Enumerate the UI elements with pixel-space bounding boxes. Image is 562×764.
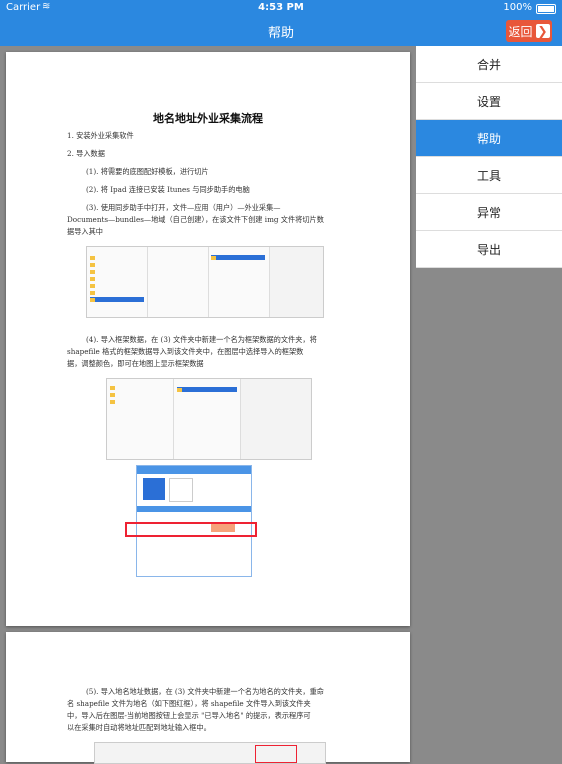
doc-step-2-5-line3: 中，导入后在图层-当前地图按钮上会显示 "已导入地名" 的提示，表示程序可 [67,711,311,720]
status-bar: Carrier ≋ 4:53 PM 100% [0,0,562,16]
doc-step-2-5-line4: 以在采集时自动将地址匹配到地址输入框中。 [67,723,211,732]
place-name-screenshot-image [94,742,326,764]
document-page: (5). 导入地名地址数据，在 (3) 文件夹中新建一个名为地名的文件夹，重命 … [6,632,410,764]
document-page: 地名地址外业采集流程 1. 安装外业采集软件 2. 导入数据 (1). 将需要的… [6,52,410,626]
doc-step-2-5-line1: (5). 导入地名地址数据，在 (3) 文件夹中新建一个名为地名的文件夹，重命 [86,687,324,696]
doc-step-2-2: (2). 将 Ipad 连接已安装 Itunes 与同步助手的电脑 [86,185,250,194]
page-title: 帮助 [267,26,294,41]
menu-item-label: 异常 [476,205,501,220]
doc-step-2-3-line3: 据导入其中 [67,227,103,236]
doc-step-1: 1. 安装外业采集软件 [67,131,134,140]
menu-dropdown: 合并 设置 帮助 工具 异常 导出 [416,46,562,268]
doc-step-2-4-line3: 据，调整颜色，即可在地图上显示框架数据 [67,359,204,368]
menu-item-settings[interactable]: 设置 [416,83,562,120]
chevron-right-icon: ❯ [535,24,550,38]
back-button-label: 返回 [508,24,533,39]
doc-step-2-4-line2: shapefile 格式的框架数据导入到该文件夹中，在图层中选择导入的框架数 [67,347,304,356]
doc-step-2-4-line1: (4). 导入框架数据，在 (3) 文件夹中新建一个名为框架数据的文件夹，将 [86,335,317,344]
doc-step-2-3-line1: (3). 使用同步助手中打开，文件—应用（用户）—外业采集— [86,203,281,212]
finder-screenshot-image [86,246,324,318]
layer-panel-screenshot-image [125,465,257,577]
menu-item-tools[interactable]: 工具 [416,157,562,194]
menu-item-label: 导出 [476,242,501,257]
menu-item-export[interactable]: 导出 [416,231,562,268]
menu-item-label: 帮助 [476,131,501,146]
back-button[interactable]: 返回 ❯ [506,20,552,42]
menu-item-exceptions[interactable]: 异常 [416,194,562,231]
doc-step-2: 2. 导入数据 [67,149,105,158]
navigation-bar: 帮助 返回 ❯ [0,16,562,46]
menu-item-merge[interactable]: 合并 [416,46,562,83]
doc-step-2-1: (1). 将需要的底图配好模板，进行切片 [86,167,209,176]
document-title: 地名地址外业采集流程 [153,112,263,125]
menu-item-label: 设置 [476,94,501,109]
menu-item-label: 工具 [476,168,501,183]
doc-step-2-3-line2: Documents—bundles—地域（自己创建），在该文件下创建 img 文… [67,215,324,224]
clock: 4:53 PM [258,2,304,13]
frame-data-screenshot-image [106,378,312,460]
menu-item-label: 合并 [476,57,501,72]
battery-percent: 100% [503,2,532,13]
battery-icon [536,4,556,14]
doc-step-2-5-line2: 名 shapefile 文件为地名（如下图红框），将 shapefile 文件导… [67,699,311,708]
menu-item-help[interactable]: 帮助 [416,120,562,157]
